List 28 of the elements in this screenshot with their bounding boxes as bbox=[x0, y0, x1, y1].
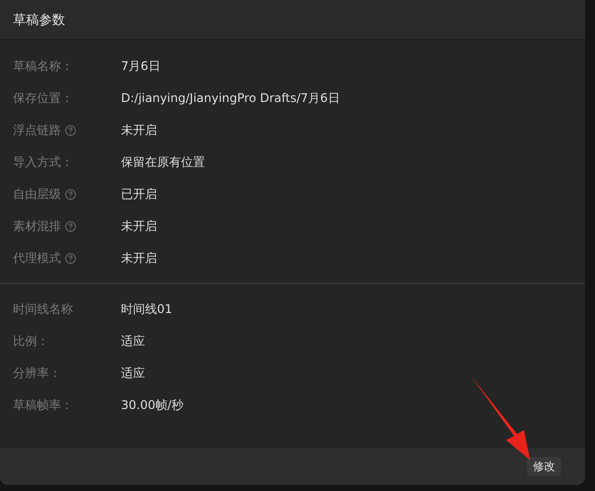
help-icon[interactable] bbox=[65, 252, 76, 264]
field-value: 7月6日 bbox=[121, 58, 160, 74]
field-label: 比例： bbox=[13, 332, 49, 350]
field-value: 适应 bbox=[121, 332, 145, 350]
field-label: 草稿名称： bbox=[13, 58, 73, 74]
field-value: 已开启 bbox=[121, 186, 157, 202]
help-icon[interactable] bbox=[65, 124, 76, 136]
field-value: 未开启 bbox=[121, 250, 157, 266]
field-value: D:/jianying/JianyingPro Drafts/7月6日 bbox=[121, 90, 340, 106]
modify-button[interactable]: 修改 bbox=[527, 457, 561, 476]
field-value: 未开启 bbox=[121, 122, 157, 138]
field-value: 保留在原有位置 bbox=[121, 154, 205, 170]
field-label: 浮点链路 bbox=[13, 122, 61, 138]
field-label: 代理模式 bbox=[13, 250, 61, 266]
field-value: 适应 bbox=[121, 364, 145, 382]
field-label: 时间线名称 bbox=[13, 300, 73, 318]
field-label: 草稿帧率： bbox=[13, 396, 73, 414]
field-label: 导入方式： bbox=[13, 154, 73, 170]
field-label: 保存位置： bbox=[13, 90, 73, 106]
field-label: 素材混排 bbox=[13, 218, 61, 234]
field-value: 时间线01 bbox=[121, 300, 172, 318]
help-icon[interactable] bbox=[65, 188, 76, 200]
field-label: 自由层级 bbox=[13, 186, 61, 202]
help-icon[interactable] bbox=[65, 220, 76, 232]
dialog-title: 草稿参数 bbox=[13, 12, 65, 28]
field-value: 未开启 bbox=[121, 218, 157, 234]
field-value: 30.00帧/秒 bbox=[121, 396, 184, 414]
field-label: 分辨率： bbox=[13, 364, 61, 382]
